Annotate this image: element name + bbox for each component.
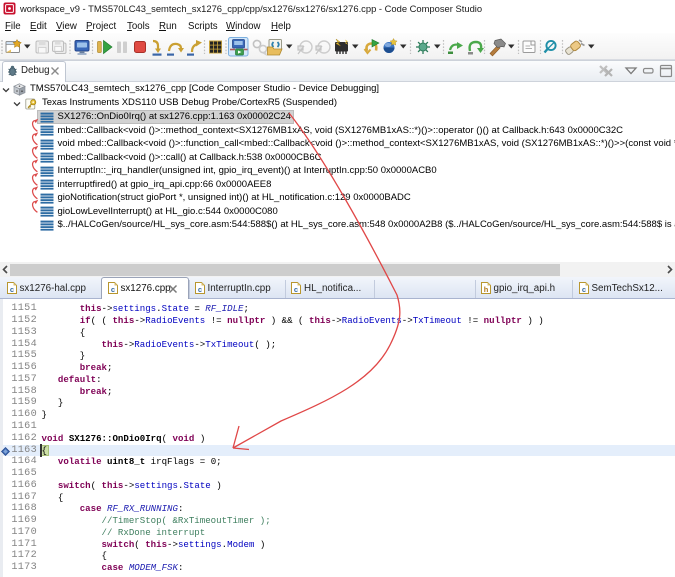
svg-text:h: h	[484, 285, 489, 294]
svg-text:c: c	[110, 285, 114, 294]
svg-text:c: c	[9, 285, 13, 294]
svg-text:c: c	[197, 285, 201, 294]
svg-text:c: c	[294, 285, 298, 294]
svg-text:c: c	[581, 285, 585, 294]
